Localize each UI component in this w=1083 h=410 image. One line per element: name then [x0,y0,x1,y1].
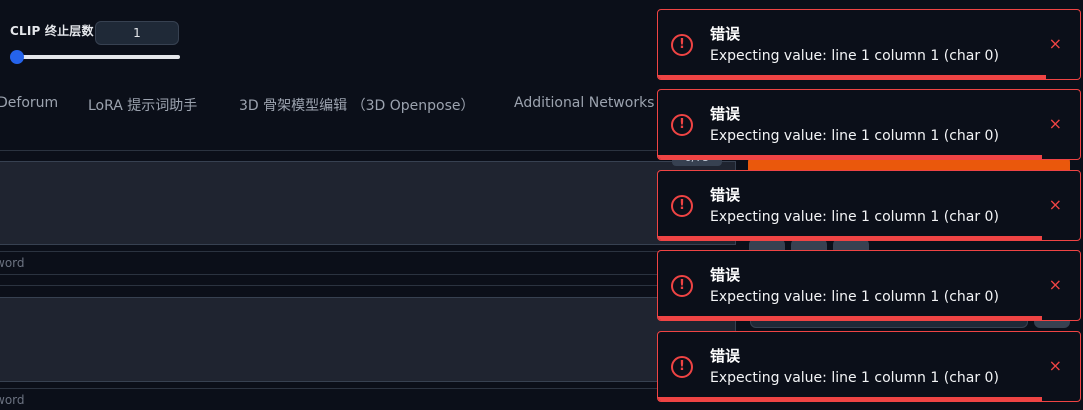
error-toast: ! 错误 Expecting value: line 1 column 1 (c… [657,89,1081,160]
webui-page: CLIP 终止层数 1 Deforum LoRA 提示词助手 3D 骨架模型编辑… [0,0,1083,410]
negative-keyword-input[interactable]: word [0,388,736,410]
tabs-divider [0,150,740,151]
extension-tabs: Deforum LoRA 提示词助手 3D 骨架模型编辑 （3D Openpos… [0,90,660,118]
slider-track [14,55,180,59]
close-icon[interactable]: × [1049,275,1062,295]
toast-message: Expecting value: line 1 column 1 (char 0… [710,128,999,144]
error-toast: ! 错误 Expecting value: line 1 column 1 (c… [657,250,1081,321]
clip-skip-number-input[interactable]: 1 [95,21,179,45]
prompt-divider [0,285,740,286]
toast-title: 错误 [710,25,741,43]
error-icon: ! [671,195,693,217]
clip-skip-slider[interactable] [10,50,180,64]
error-icon: ! [671,34,693,56]
error-toast: ! 错误 Expecting value: line 1 column 1 (c… [657,170,1081,241]
close-icon[interactable]: × [1049,34,1062,54]
tab-3d-openpose[interactable]: 3D 骨架模型编辑 （3D Openpose） [239,95,474,115]
toast-message: Expecting value: line 1 column 1 (char 0… [710,370,999,386]
toast-message: Expecting value: line 1 column 1 (char 0… [710,209,999,225]
close-icon[interactable]: × [1049,114,1062,134]
close-icon[interactable]: × [1049,195,1062,215]
toast-title: 错误 [710,186,741,204]
error-icon: ! [671,275,693,297]
clip-skip-label: CLIP 终止层数 [10,24,94,38]
tab-lora-prompt-helper[interactable]: LoRA 提示词助手 [88,95,197,115]
negative-prompt-textarea[interactable] [0,297,736,382]
toast-title: 错误 [710,347,741,365]
toast-progress-bar [658,236,1043,240]
toast-message: Expecting value: line 1 column 1 (char 0… [710,48,999,64]
error-icon: ! [671,114,693,136]
close-icon[interactable]: × [1049,356,1062,376]
error-icon: ! [671,356,693,378]
toast-progress-bar [658,397,1043,401]
toast-title: 错误 [710,105,741,123]
tab-additional-networks[interactable]: Additional Networks [514,95,654,111]
tab-deforum[interactable]: Deforum [0,95,58,111]
error-toast: ! 错误 Expecting value: line 1 column 1 (c… [657,331,1081,402]
positive-keyword-input[interactable]: word [0,251,736,275]
error-toast: ! 错误 Expecting value: line 1 column 1 (c… [657,9,1081,80]
toast-progress-bar [658,155,1043,159]
slider-thumb[interactable] [10,50,24,64]
toast-title: 错误 [710,266,741,284]
positive-prompt-textarea[interactable] [0,161,736,245]
toast-message: Expecting value: line 1 column 1 (char 0… [710,289,999,305]
toast-progress-bar [658,316,1043,320]
toast-progress-bar [658,75,1047,79]
